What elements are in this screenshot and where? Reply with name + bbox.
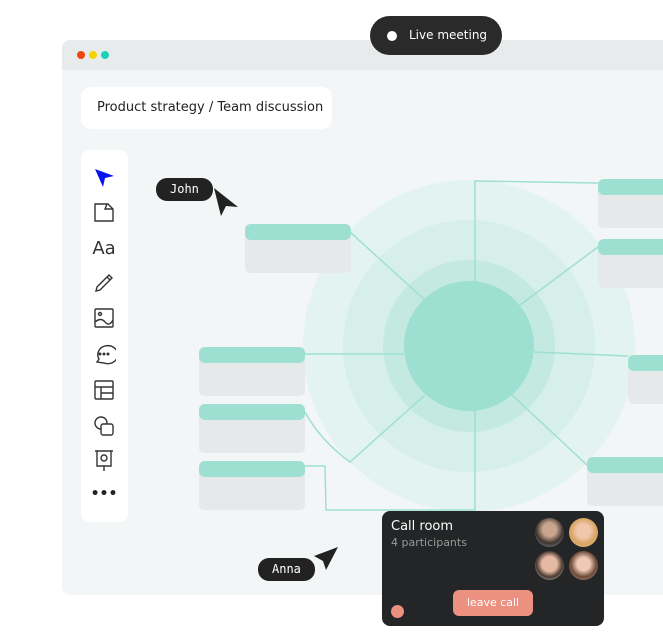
live-label: Live meeting	[409, 28, 488, 42]
anna-cursor-label: Anna	[258, 558, 315, 581]
central-node	[404, 281, 534, 411]
participant-avatar[interactable]	[569, 518, 598, 547]
shapes-icon[interactable]	[92, 414, 116, 438]
text-icon[interactable]: Aa	[92, 236, 116, 260]
john-cursor-label: John	[156, 178, 213, 201]
breadcrumb[interactable]: Product strategy / Team discussion	[81, 87, 332, 129]
call-room-panel: Call room 4 participants leave call	[382, 511, 604, 626]
participant-avatar[interactable]	[569, 551, 598, 580]
participant-avatar[interactable]	[535, 551, 564, 580]
comment-icon[interactable]	[92, 342, 116, 366]
leave-call-button[interactable]: leave call	[453, 590, 533, 616]
presentation-icon[interactable]	[92, 449, 116, 473]
status-dot-icon	[391, 605, 404, 618]
layout-icon[interactable]	[92, 378, 116, 402]
sticky-note-icon[interactable]	[92, 200, 116, 224]
john-cursor-icon	[214, 188, 238, 216]
participant-count: 4 participants	[391, 536, 467, 549]
live-dot-icon	[387, 31, 397, 41]
call-room-title: Call room	[391, 519, 454, 534]
cursor-icon[interactable]	[92, 165, 116, 189]
anna-cursor-icon	[314, 547, 338, 570]
image-icon[interactable]	[92, 306, 116, 330]
pencil-icon[interactable]	[92, 271, 116, 295]
participant-avatar[interactable]	[535, 518, 564, 547]
toolbar: Aa •••	[81, 150, 128, 522]
live-meeting-badge[interactable]: Live meeting	[370, 16, 502, 55]
more-icon[interactable]: •••	[91, 482, 118, 506]
